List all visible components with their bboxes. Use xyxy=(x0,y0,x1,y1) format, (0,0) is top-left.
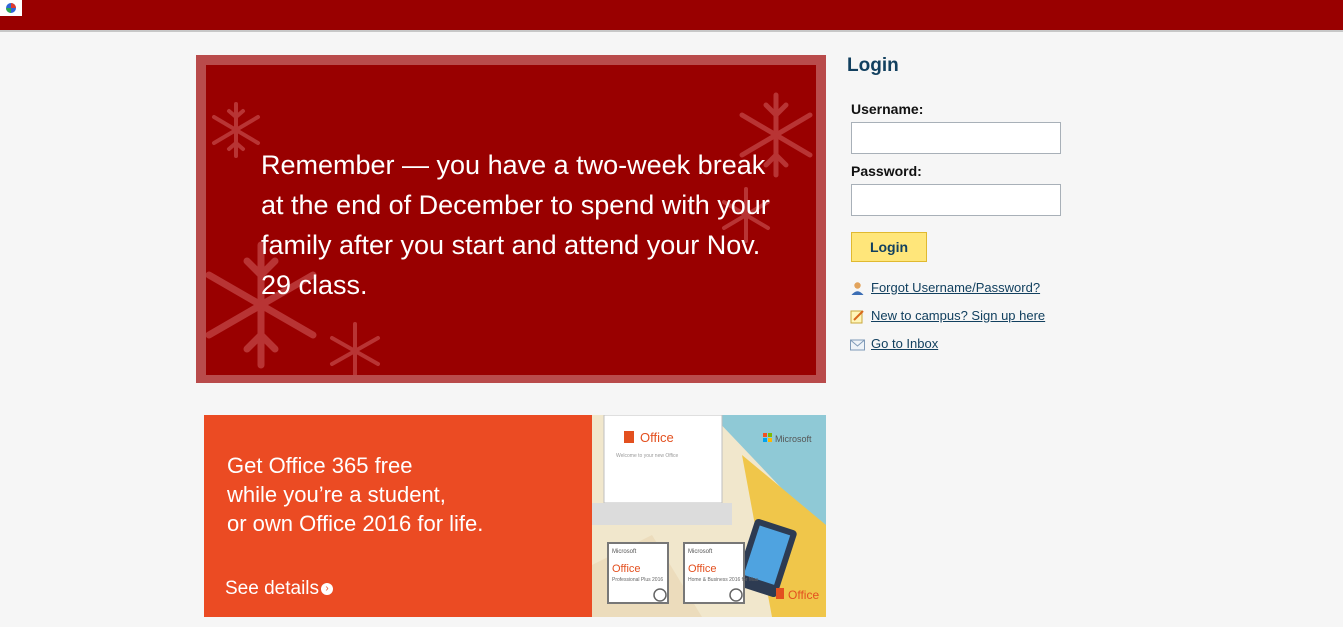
box2-brand: Microsoft xyxy=(688,549,713,555)
office-ad-copy: Get Office 365 free while you’re a stude… xyxy=(227,451,483,538)
holiday-reminder-panel: Remember — you have a two-week break at … xyxy=(206,65,816,375)
office-ad-line-2: while you’re a student, xyxy=(227,482,446,507)
office-ad-line-1: Get Office 365 free xyxy=(227,453,413,478)
username-input[interactable] xyxy=(851,122,1061,154)
password-label: Password: xyxy=(851,163,922,179)
snowflake-icon xyxy=(330,322,380,375)
login-title: Login xyxy=(847,55,899,76)
microsoft-brand-text: Microsoft xyxy=(775,434,812,444)
go-to-inbox-link[interactable]: Go to Inbox xyxy=(871,336,938,351)
office-screen-title: Office xyxy=(640,430,674,445)
see-details-label: See details xyxy=(225,578,320,599)
holiday-reminder-banner: Remember — you have a two-week break at … xyxy=(196,55,826,383)
username-label: Username: xyxy=(851,101,924,117)
signup-link[interactable]: New to campus? Sign up here xyxy=(871,308,1045,323)
box2-edition: Home & Business 2016 for Mac xyxy=(688,577,759,583)
forgot-username-password-link[interactable]: Forgot Username/Password? xyxy=(871,280,1040,295)
box1-product: Office xyxy=(612,563,641,575)
office-365-ad[interactable]: Get Office 365 free while you’re a stude… xyxy=(204,415,826,617)
box2-product: Office xyxy=(688,563,717,575)
holiday-reminder-text: Remember — you have a two-week break at … xyxy=(261,150,770,300)
see-details-link[interactable]: See details › xyxy=(225,578,334,600)
envelope-icon xyxy=(850,339,865,351)
box1-edition: Professional Plus 2016 xyxy=(612,577,663,583)
office-product-artwork: Office Welcome to your new Office Micros… xyxy=(592,415,826,617)
login-button[interactable]: Login xyxy=(851,232,927,262)
snowflake-icon xyxy=(212,102,260,158)
password-input[interactable] xyxy=(851,184,1061,216)
office-footer-logo: Office xyxy=(788,588,819,602)
site-logo-icon[interactable] xyxy=(0,0,22,16)
top-header-bar xyxy=(0,0,1343,32)
arrow-right-circle-icon: › xyxy=(321,582,334,595)
box1-brand: Microsoft xyxy=(612,549,637,555)
edit-note-icon xyxy=(850,310,864,324)
office-devices-illustration: Office Welcome to your new Office Micros… xyxy=(592,415,826,617)
office-ad-line-3: or own Office 2016 for life. xyxy=(227,511,484,536)
office-welcome-text: Welcome to your new Office xyxy=(616,453,679,459)
user-icon xyxy=(851,282,864,295)
